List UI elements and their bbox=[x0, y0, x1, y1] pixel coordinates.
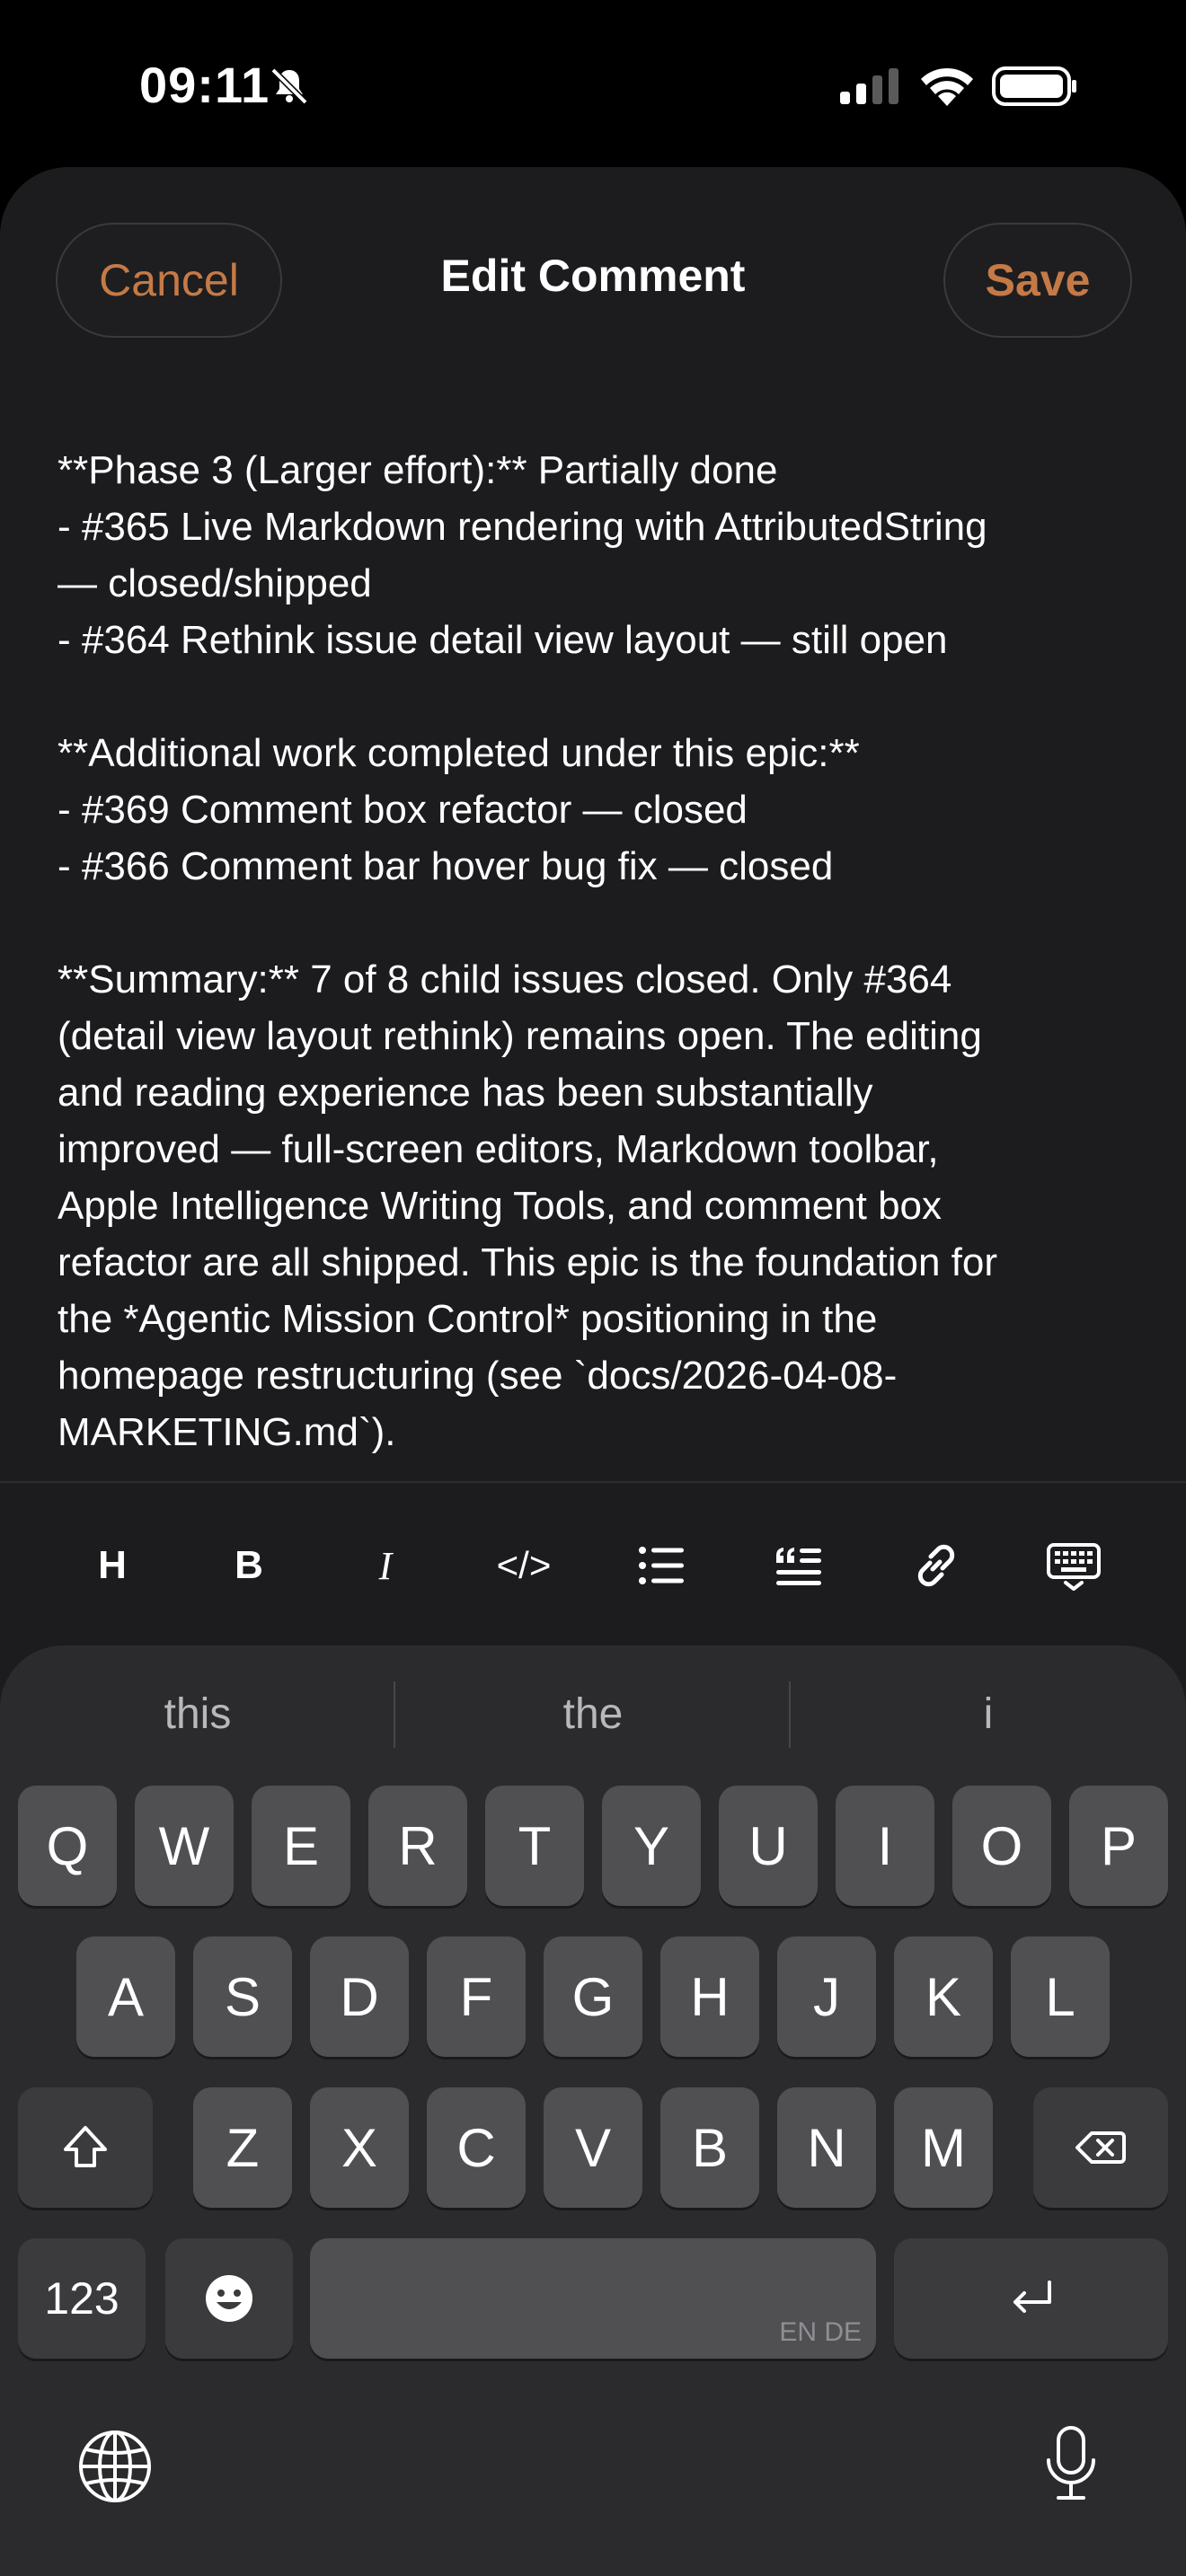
key-z[interactable]: Z bbox=[193, 2087, 292, 2208]
link-button[interactable] bbox=[882, 1484, 990, 1647]
editor-divider bbox=[0, 1481, 1186, 1483]
key-s[interactable]: S bbox=[193, 1936, 292, 2057]
keyboard-dismiss-icon bbox=[1047, 1543, 1101, 1591]
key-o[interactable]: O bbox=[952, 1786, 1051, 1906]
delete-backspace-icon bbox=[1075, 2131, 1126, 2164]
key-i[interactable]: I bbox=[836, 1786, 934, 1906]
status-bar: 09:11 bbox=[0, 0, 1186, 171]
microphone-icon[interactable] bbox=[1031, 2422, 1111, 2503]
heading-button[interactable]: H bbox=[58, 1484, 166, 1647]
suggestion-1[interactable]: this bbox=[0, 1681, 395, 1746]
key-m[interactable]: M bbox=[894, 2087, 993, 2208]
space-language-label: EN DE bbox=[779, 2317, 862, 2347]
system-keyboard: this the i Q W E R T Y U I O P A S D F G… bbox=[0, 1645, 1186, 2576]
link-icon bbox=[917, 1544, 955, 1587]
markdown-toolbar: H B I </> bbox=[0, 1484, 1186, 1647]
emoji-key[interactable] bbox=[165, 2238, 293, 2359]
comment-text-editor[interactable]: **Phase 3 (Larger effort):** Partially d… bbox=[58, 442, 1136, 1645]
key-y[interactable]: Y bbox=[602, 1786, 701, 1906]
numbers-key[interactable]: 123 bbox=[18, 2238, 146, 2359]
bullet-list-button[interactable] bbox=[607, 1484, 715, 1647]
key-c[interactable]: C bbox=[427, 2087, 526, 2208]
key-g[interactable]: G bbox=[544, 1936, 642, 2057]
key-e[interactable]: E bbox=[252, 1786, 350, 1906]
key-f[interactable]: F bbox=[427, 1936, 526, 2057]
suggestion-3[interactable]: i bbox=[791, 1681, 1186, 1746]
save-button[interactable]: Save bbox=[943, 223, 1132, 338]
bullet-list-icon bbox=[639, 1547, 684, 1584]
cellular-signal-icon bbox=[840, 68, 898, 104]
key-x[interactable]: X bbox=[310, 2087, 409, 2208]
dismiss-keyboard-button[interactable] bbox=[1020, 1484, 1128, 1647]
key-n[interactable]: N bbox=[777, 2087, 876, 2208]
key-k[interactable]: K bbox=[894, 1936, 993, 2057]
key-t[interactable]: T bbox=[485, 1786, 584, 1906]
return-icon bbox=[1013, 2280, 1051, 2313]
quote-icon bbox=[776, 1548, 821, 1585]
delete-key[interactable] bbox=[1033, 2087, 1168, 2208]
bold-button[interactable]: B bbox=[195, 1484, 303, 1647]
emoji-icon bbox=[206, 2275, 252, 2322]
italic-button[interactable]: I bbox=[332, 1484, 439, 1647]
key-p[interactable]: P bbox=[1069, 1786, 1168, 1906]
globe-icon[interactable] bbox=[75, 2426, 155, 2507]
key-u[interactable]: U bbox=[719, 1786, 818, 1906]
code-button[interactable]: </> bbox=[470, 1484, 578, 1647]
key-j[interactable]: J bbox=[777, 1936, 876, 2057]
return-key[interactable] bbox=[894, 2238, 1168, 2359]
wifi-icon bbox=[921, 67, 973, 106]
bell-slash-icon bbox=[270, 67, 308, 105]
key-r[interactable]: R bbox=[368, 1786, 467, 1906]
key-v[interactable]: V bbox=[544, 2087, 642, 2208]
key-b[interactable]: B bbox=[660, 2087, 759, 2208]
quote-button[interactable] bbox=[745, 1484, 853, 1647]
suggestion-2[interactable]: the bbox=[395, 1681, 791, 1746]
key-q[interactable]: Q bbox=[18, 1786, 117, 1906]
key-l[interactable]: L bbox=[1011, 1936, 1110, 2057]
key-a[interactable]: A bbox=[76, 1936, 175, 2057]
shift-icon bbox=[64, 2126, 107, 2167]
key-w[interactable]: W bbox=[135, 1786, 234, 1906]
key-h[interactable]: H bbox=[660, 1936, 759, 2057]
status-time: 09:11 bbox=[139, 57, 270, 113]
shift-key[interactable] bbox=[18, 2087, 153, 2208]
battery-icon bbox=[992, 66, 1076, 106]
space-key[interactable]: EN DE bbox=[310, 2238, 876, 2359]
key-d[interactable]: D bbox=[310, 1936, 409, 2057]
